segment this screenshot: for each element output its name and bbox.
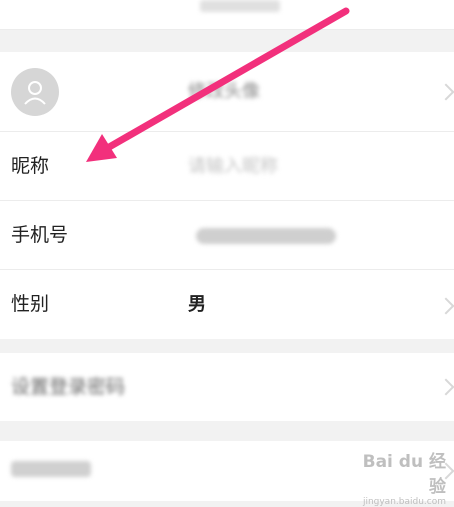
blurred-content — [11, 461, 91, 477]
baidu-watermark: Bai du 经验 jingyan.baidu.com — [346, 447, 446, 507]
nickname-label: 昵称 — [11, 155, 50, 177]
section-gap — [0, 339, 454, 353]
avatar-row[interactable]: 修改头像 — [0, 52, 454, 132]
watermark-url: jingyan.baidu.com — [362, 497, 446, 507]
top-partial-row[interactable] — [0, 0, 454, 30]
nickname-input[interactable]: 请输入昵称 — [188, 158, 278, 176]
section-gap — [0, 30, 454, 52]
set-password-row[interactable]: 设置登录密码 — [0, 353, 454, 421]
phone-label: 手机号 — [11, 224, 69, 246]
blurred-content — [200, 0, 280, 12]
chevron-right-icon — [437, 297, 454, 315]
gender-value: 男 — [188, 294, 206, 315]
chevron-right-icon — [437, 83, 454, 101]
phone-value-redacted — [196, 228, 336, 244]
gender-label: 性别 — [11, 293, 50, 315]
watermark-brand: Bai du 经验 — [362, 452, 446, 497]
nickname-row[interactable]: 昵称 请输入昵称 — [0, 132, 454, 201]
section-gap — [0, 421, 454, 441]
chevron-right-icon — [437, 378, 454, 396]
user-icon — [24, 81, 46, 105]
set-password-label: 设置登录密码 — [11, 376, 126, 398]
change-avatar-label: 修改头像 — [188, 81, 260, 102]
avatar[interactable] — [11, 68, 59, 116]
phone-row[interactable]: 手机号 — [0, 201, 454, 270]
gender-row[interactable]: 性别 男 — [0, 270, 454, 339]
